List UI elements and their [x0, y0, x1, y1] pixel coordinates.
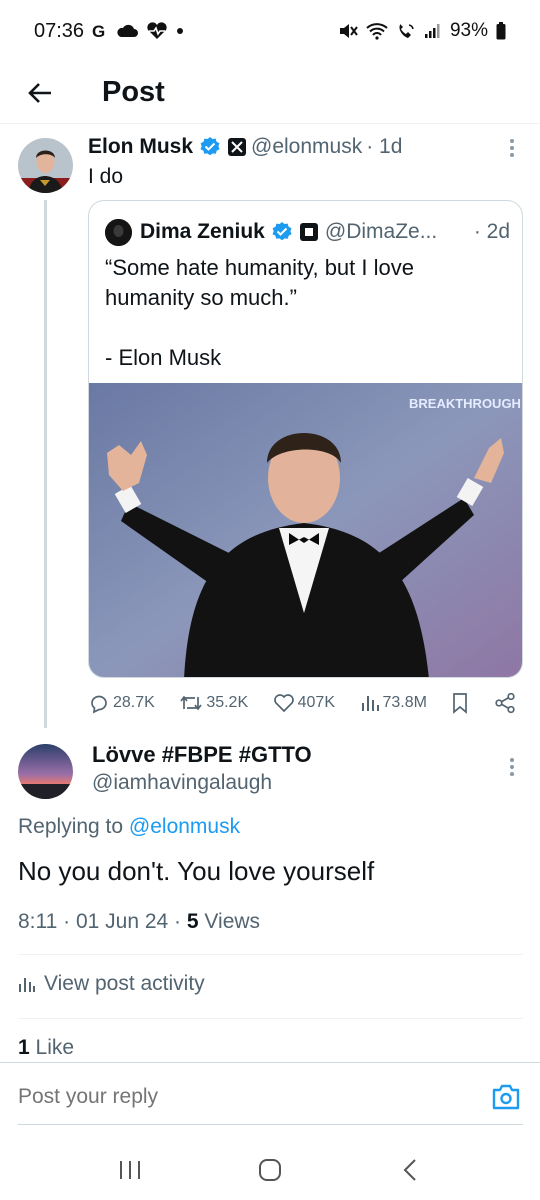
post-timestamp: 8:11 · 01 Jun 24 · 5 Views: [18, 910, 260, 934]
recents-icon: [120, 1161, 140, 1179]
post-time: 8:11 · 01 Jun 24 ·: [18, 910, 187, 933]
tweet-header: Elon Musk @elonmusk · 1d: [88, 132, 402, 162]
status-bar: 07:36 G 93%: [0, 0, 540, 62]
dot-icon: [176, 27, 184, 35]
quote-avatar: [105, 218, 132, 246]
reply-composer: [0, 1062, 540, 1126]
top-app-bar: Post: [0, 62, 540, 124]
system-nav-bar: [0, 1140, 540, 1200]
author-handle[interactable]: @elonmusk: [251, 135, 362, 159]
repost-count: 35.2K: [206, 694, 249, 711]
wifi-icon: [366, 22, 388, 40]
google-icon: G: [92, 23, 108, 39]
likes-summary[interactable]: 1 Like: [18, 1036, 74, 1060]
like-count: 407K: [297, 694, 335, 711]
like-icon: [273, 694, 294, 713]
more-icon: [510, 758, 514, 776]
camera-button[interactable]: [491, 1083, 521, 1113]
divider: [18, 1124, 523, 1125]
replying-prefix: Replying to: [18, 815, 124, 838]
share-button[interactable]: [494, 692, 516, 714]
reply-icon: [91, 695, 107, 714]
back-nav-button[interactable]: [385, 1150, 435, 1190]
repost-icon: [180, 695, 202, 711]
x-affiliate-icon: [227, 137, 247, 157]
home-button[interactable]: [245, 1150, 295, 1190]
battery-percent: 93%: [449, 20, 488, 41]
back-button[interactable]: [20, 73, 60, 113]
signal-icon: [424, 23, 442, 39]
verified-badge-icon: [271, 221, 293, 243]
reply-button[interactable]: 28.7K: [88, 692, 155, 714]
divider: [18, 954, 523, 955]
repost-button[interactable]: 35.2K: [179, 692, 248, 714]
home-icon: [259, 1159, 281, 1181]
avatar[interactable]: [18, 744, 73, 799]
reply-text: No you don't. You love yourself: [18, 856, 375, 886]
mute-icon: [338, 22, 358, 40]
view-post-activity-button[interactable]: View post activity: [18, 972, 205, 996]
wifi-calling-icon: [396, 22, 416, 40]
replying-to: Replying to @elonmusk: [18, 815, 240, 839]
camera-icon: [492, 1084, 520, 1110]
views-count: 5: [186, 910, 199, 933]
views-count: 73.8M: [382, 694, 427, 711]
share-icon: [495, 692, 515, 714]
quote-post-age: · 2d: [473, 220, 510, 243]
status-time: 07:36: [34, 19, 85, 42]
post-age: · 1d: [366, 135, 403, 158]
page-title: Post: [102, 76, 165, 108]
recent-apps-button[interactable]: [105, 1150, 155, 1190]
author-name[interactable]: Elon Musk: [88, 135, 193, 159]
like-total: 1: [18, 1036, 30, 1059]
reply-author-name[interactable]: Lövve #FBPE #GTTO: [92, 742, 312, 768]
views-button[interactable]: 73.8M: [360, 693, 427, 713]
reply-input[interactable]: [18, 1085, 458, 1109]
activity-icon: [19, 978, 35, 992]
back-arrow-icon: [28, 82, 51, 103]
like-label: Like: [29, 1036, 75, 1059]
quote-header: Dima Zeniuk @DimaZe... · 2d: [105, 217, 510, 247]
bookmark-icon: [453, 693, 468, 714]
verified-badge-icon: [199, 136, 221, 158]
more-icon: [510, 139, 514, 157]
reply-author-handle[interactable]: @iamhavingalaugh: [92, 771, 272, 795]
quote-photo[interactable]: BREAKTHROUGH PRIZE: [89, 383, 523, 677]
views-label: Views: [198, 910, 261, 933]
chevron-left-icon: [403, 1159, 416, 1181]
cloud-icon: [116, 24, 139, 38]
like-button[interactable]: 407K: [273, 693, 335, 713]
bookmark-button[interactable]: [451, 692, 469, 714]
more-options-button[interactable]: [500, 136, 524, 160]
quoted-post-card[interactable]: Dima Zeniuk @DimaZe... · 2d “Some hate h…: [88, 200, 523, 678]
quote-text: “Some hate humanity, but I love humanity…: [105, 255, 414, 370]
svg-text:G: G: [92, 23, 105, 39]
thread-connector-line: [44, 200, 47, 728]
affiliate-badge-icon: [299, 222, 319, 242]
more-options-button[interactable]: [500, 755, 524, 779]
divider: [18, 1018, 523, 1019]
quote-author-handle: @DimaZe...: [324, 220, 438, 243]
reply-count: 28.7K: [113, 694, 155, 711]
quote-author-name: Dima Zeniuk: [140, 220, 265, 243]
activity-label: View post activity: [44, 972, 205, 995]
health-heart-icon: [146, 22, 168, 40]
tweet-text: I do: [88, 165, 124, 188]
replying-to-link[interactable]: @elonmusk: [129, 815, 240, 838]
views-icon: [361, 696, 379, 711]
battery-icon: [496, 22, 506, 40]
avatar[interactable]: [18, 138, 73, 193]
post-action-bar: 28.7K 35.2K 407K 73.8M: [88, 688, 516, 718]
banner-text: BREAKTHROUGH PRIZE: [409, 396, 523, 411]
